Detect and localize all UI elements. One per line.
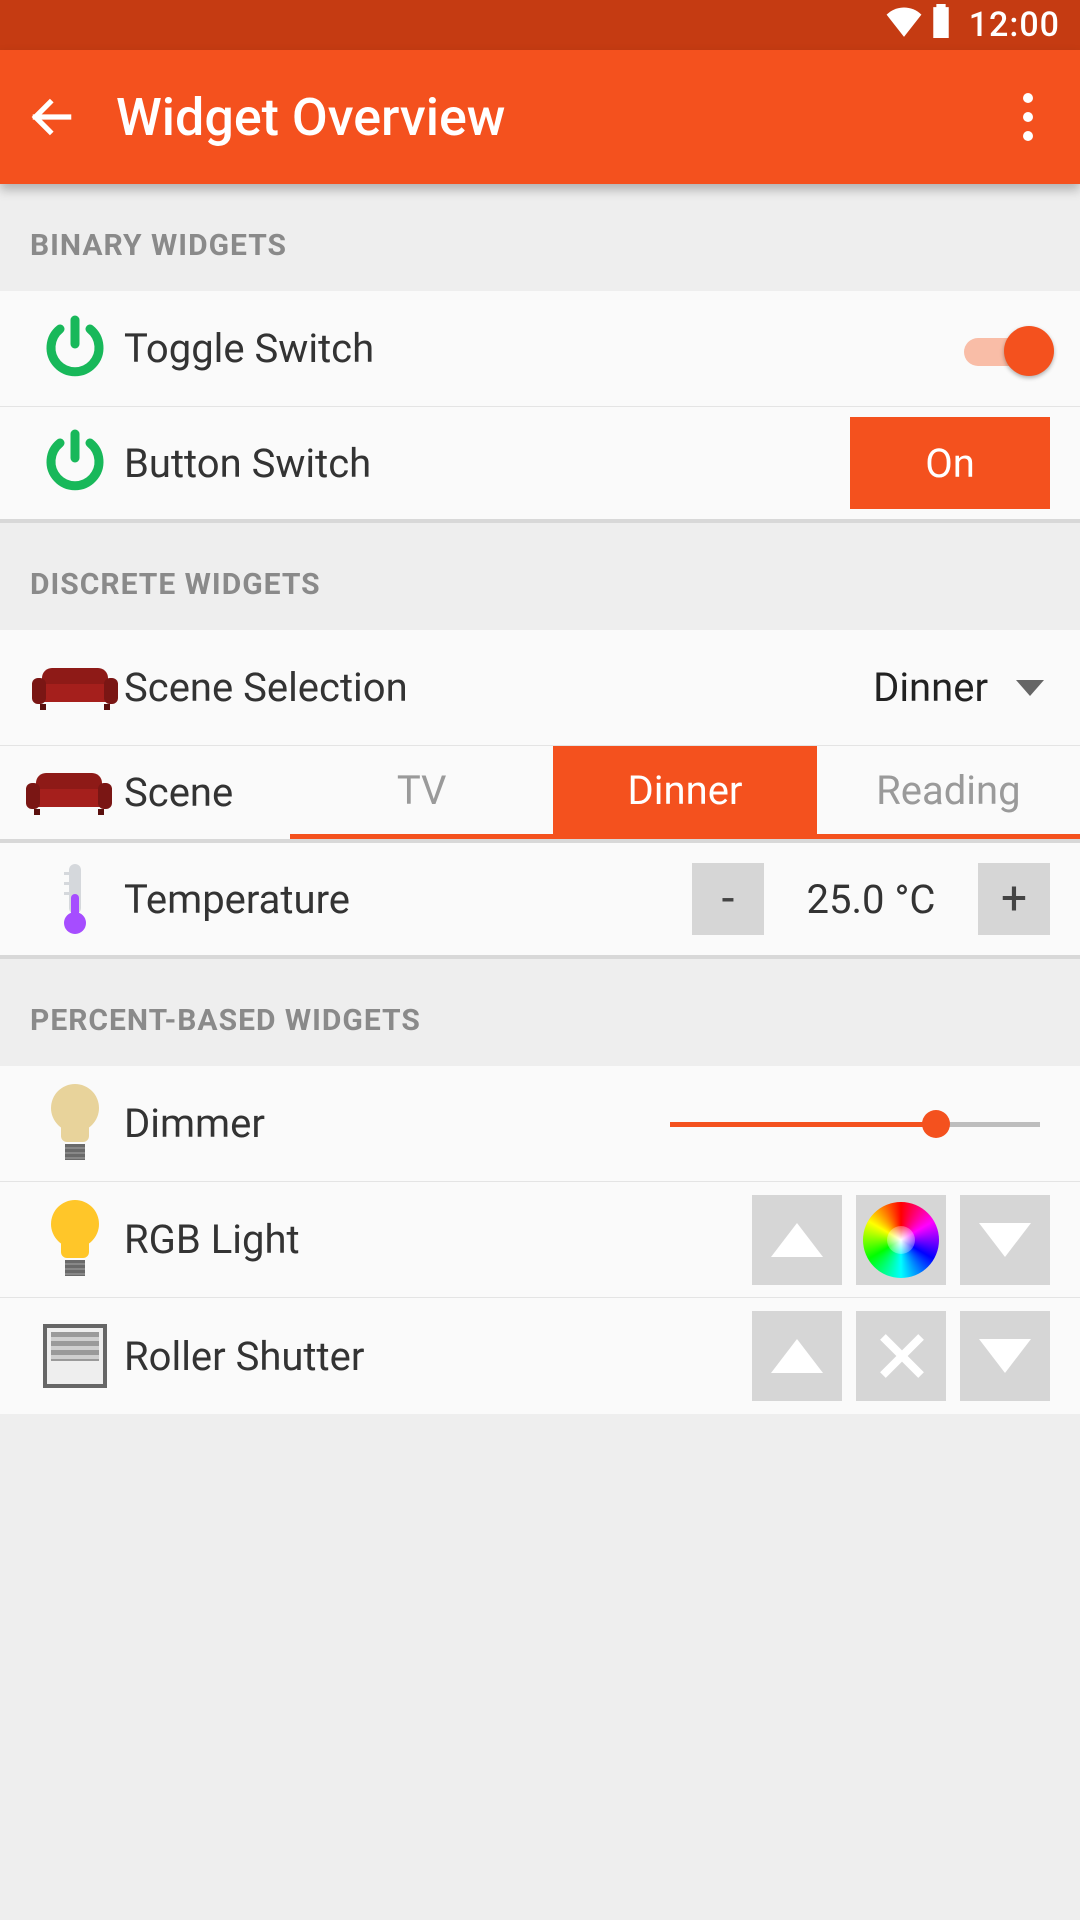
temperature-label: Temperature bbox=[124, 876, 350, 923]
close-icon bbox=[878, 1333, 924, 1379]
temp-minus-button[interactable]: - bbox=[692, 863, 764, 935]
sofa-icon bbox=[30, 668, 120, 708]
shutter-stop-button[interactable] bbox=[856, 1311, 946, 1401]
row-toggle-switch: Toggle Switch bbox=[0, 291, 1080, 407]
section-header-discrete: DISCRETE WIDGETS bbox=[0, 523, 1080, 630]
bulb-dim-icon bbox=[30, 1084, 120, 1164]
row-roller-shutter: Roller Shutter bbox=[0, 1298, 1080, 1414]
page-title: Widget Overview bbox=[116, 87, 505, 148]
color-wheel-icon bbox=[863, 1202, 939, 1278]
shutter-down-button[interactable] bbox=[960, 1311, 1050, 1401]
scene-dropdown[interactable]: Dinner bbox=[873, 664, 1050, 711]
bulb-rgb-icon bbox=[30, 1200, 120, 1280]
rgb-label: RGB Light bbox=[124, 1216, 300, 1263]
rgb-down-button[interactable] bbox=[960, 1195, 1050, 1285]
section-header-binary: BINARY WIDGETS bbox=[0, 184, 1080, 291]
power-icon bbox=[30, 311, 120, 387]
on-button[interactable]: On bbox=[850, 417, 1050, 509]
shutter-label: Roller Shutter bbox=[124, 1333, 364, 1380]
overflow-menu-button[interactable] bbox=[998, 87, 1058, 147]
dimmer-slider[interactable] bbox=[670, 1104, 1040, 1144]
shutter-up-button[interactable] bbox=[752, 1311, 842, 1401]
wifi-icon bbox=[885, 5, 923, 46]
temp-plus-button[interactable]: + bbox=[978, 863, 1050, 935]
toggle-switch[interactable] bbox=[964, 328, 1050, 370]
tab-tv[interactable]: TV bbox=[290, 746, 553, 834]
rgb-up-button[interactable] bbox=[752, 1195, 842, 1285]
row-rgb-light: RGB Light bbox=[0, 1182, 1080, 1298]
row-scene-selection: Scene Selection Dinner bbox=[0, 630, 1080, 746]
button-switch-label: Button Switch bbox=[124, 440, 371, 487]
scene-dropdown-value: Dinner bbox=[873, 664, 988, 711]
triangle-down-icon bbox=[979, 1339, 1031, 1373]
triangle-up-icon bbox=[771, 1223, 823, 1257]
dimmer-label: Dimmer bbox=[124, 1100, 265, 1147]
battery-icon bbox=[931, 4, 951, 47]
scene-tabs-label: Scene bbox=[124, 769, 233, 816]
scene-selection-label: Scene Selection bbox=[124, 664, 408, 711]
section-header-percent: PERCENT-BASED WIDGETS bbox=[0, 959, 1080, 1066]
triangle-down-icon bbox=[979, 1223, 1031, 1257]
tab-reading[interactable]: Reading bbox=[817, 746, 1080, 834]
shutter-icon bbox=[30, 1324, 120, 1388]
app-bar: Widget Overview bbox=[0, 50, 1080, 184]
sofa-icon bbox=[30, 773, 120, 813]
chevron-down-icon bbox=[1016, 680, 1044, 696]
rgb-color-button[interactable] bbox=[856, 1195, 946, 1285]
thermometer-icon bbox=[30, 864, 120, 934]
status-clock: 12:00 bbox=[969, 5, 1060, 45]
status-bar: 12:00 bbox=[0, 0, 1080, 50]
scene-tabs: TV Dinner Reading bbox=[290, 746, 1080, 839]
row-button-switch: Button Switch On bbox=[0, 407, 1080, 523]
power-icon bbox=[30, 425, 120, 501]
temperature-value: 25.0 °C bbox=[786, 876, 956, 923]
row-temperature: Temperature - 25.0 °C + bbox=[0, 843, 1080, 959]
toggle-switch-label: Toggle Switch bbox=[124, 325, 374, 372]
tab-dinner[interactable]: Dinner bbox=[553, 746, 816, 834]
row-scene-tabs: Scene TV Dinner Reading bbox=[0, 746, 1080, 843]
triangle-up-icon bbox=[771, 1339, 823, 1373]
row-dimmer: Dimmer bbox=[0, 1066, 1080, 1182]
more-vert-icon bbox=[1023, 93, 1033, 141]
back-button[interactable] bbox=[22, 87, 82, 147]
